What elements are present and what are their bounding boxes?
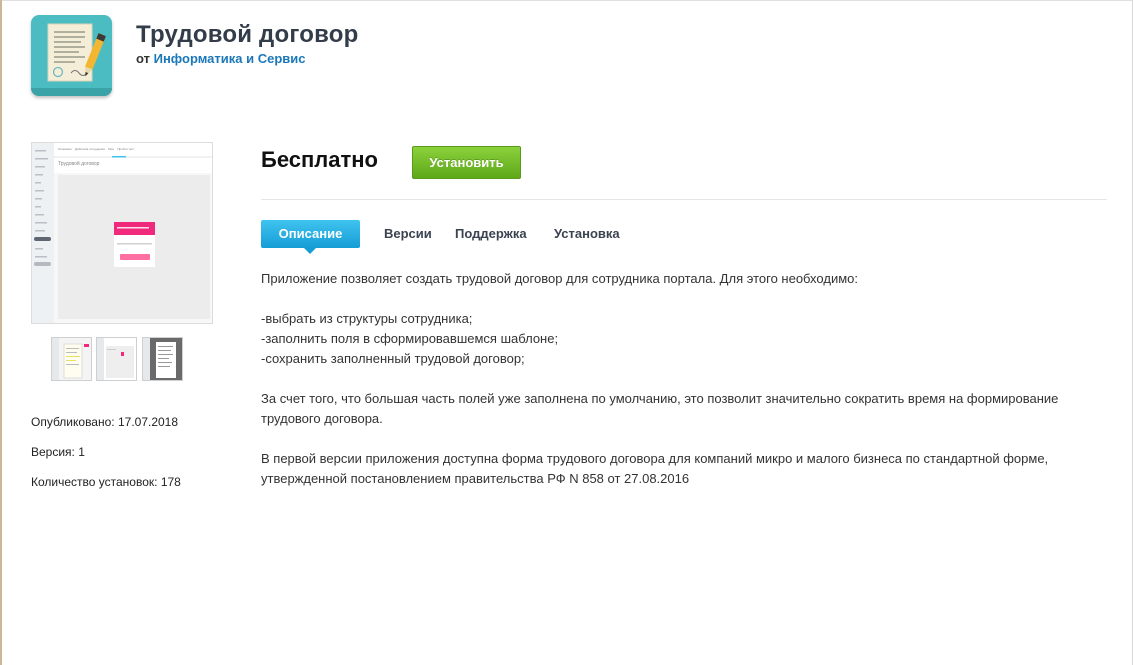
version-info: Версия: 1: [31, 445, 85, 459]
thumbnail-preview: [97, 338, 136, 380]
vendor-link[interactable]: Информатика и Сервис: [154, 51, 306, 66]
version-value: 1: [78, 445, 85, 459]
installs-value: 178: [160, 475, 181, 489]
tab-support[interactable]: Поддержка: [455, 220, 527, 248]
tab-description[interactable]: Описание: [261, 220, 360, 254]
published-date: Опубликовано: 17.07.2018: [31, 415, 178, 429]
main-screenshot[interactable]: Основное Действия сотрудника Мои Пройти …: [31, 142, 213, 324]
window-top-edge: [0, 0, 1133, 1]
description-paragraph: За счет того, что большая часть полей уж…: [261, 391, 1059, 426]
install-count: Количество установок: 178: [31, 475, 181, 489]
screenshot-thumbnail-2[interactable]: [96, 337, 137, 381]
tab-installation[interactable]: Установка: [554, 220, 620, 248]
version-label: Версия:: [31, 445, 75, 459]
mini-page-title: Трудовой договор: [58, 161, 100, 167]
screenshot-preview: [32, 143, 212, 323]
mini-tab: Основное: [58, 147, 72, 151]
published-label: Опубликовано:: [31, 415, 115, 429]
mini-tab: Мои: [108, 147, 114, 151]
app-description: Приложение позволяет создать трудовой до…: [261, 269, 1111, 489]
app-icon-graphic: [31, 23, 112, 96]
app-vendor: от Информатика и Сервис: [136, 51, 305, 66]
mini-tab: Действия сотрудника: [75, 147, 105, 151]
thumbnail-preview: [143, 338, 182, 380]
description-step: -выбрать из структуры сотрудника;: [261, 311, 473, 326]
description-step: -сохранить заполненный трудовой договор;: [261, 351, 525, 366]
app-title: Трудовой договор: [136, 21, 359, 48]
price-label: Бесплатно: [261, 147, 378, 172]
thumbnail-preview: [52, 338, 91, 380]
screenshot-thumbnail-3[interactable]: [142, 337, 183, 381]
section-divider: [261, 199, 1107, 200]
window-left-edge: [0, 0, 2, 665]
contract-document-pen-icon: [31, 15, 112, 96]
tab-versions[interactable]: Версии: [384, 220, 432, 248]
published-value: 17.07.2018: [117, 415, 179, 429]
screenshot-thumbnail-1[interactable]: [51, 337, 92, 381]
description-paragraph: В первой версии приложения доступна форм…: [261, 451, 1049, 486]
mini-tab: Пройти тест: [117, 147, 135, 151]
description-intro: Приложение позволяет создать трудовой до…: [261, 271, 858, 286]
installs-label: Количество установок:: [31, 475, 158, 489]
description-step: -заполнить поля в сформировавшемся шабло…: [261, 331, 559, 346]
install-button[interactable]: Установить: [412, 146, 521, 179]
mini-tab-bar: Основное Действия сотрудника Мои Пройти …: [58, 147, 212, 151]
vendor-prefix: от: [136, 51, 150, 66]
